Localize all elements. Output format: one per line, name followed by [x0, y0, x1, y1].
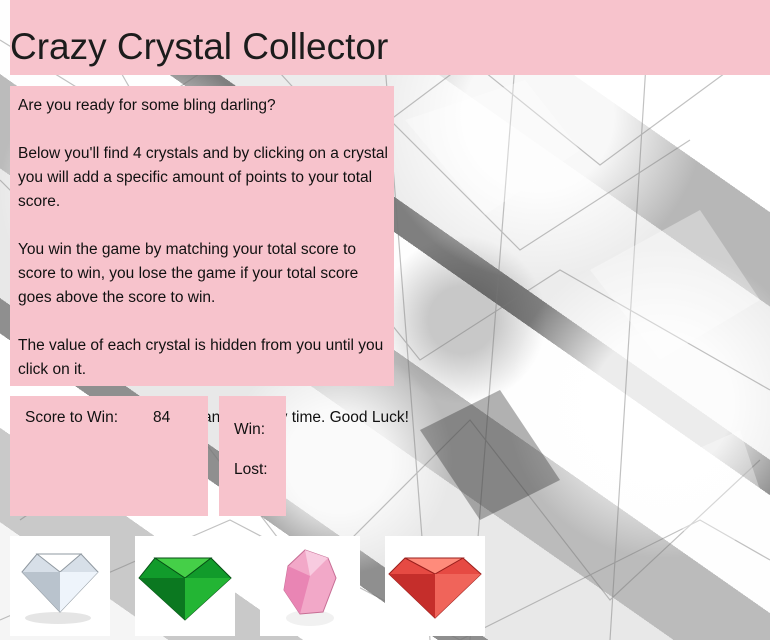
- crystal-button-green[interactable]: [135, 536, 235, 636]
- page-title: Crazy Crystal Collector: [10, 25, 389, 67]
- score-to-win-panel: Score to Win: 84: [10, 396, 208, 516]
- instructions-panel: Are you ready for some bling darling? Be…: [10, 86, 394, 386]
- pink-diamond-icon: [283, 549, 337, 626]
- clear-diamond-icon: [21, 553, 99, 624]
- score-to-win-label: Score to Win:: [25, 409, 119, 426]
- red-diamond-icon: [388, 557, 482, 619]
- win-label: Win:: [234, 421, 265, 438]
- instructions-text: Are you ready for some bling darling? Be…: [18, 97, 388, 378]
- score-to-win-value: 84: [153, 409, 171, 426]
- crystal-button-clear[interactable]: [10, 536, 110, 636]
- green-diamond-icon: [138, 557, 232, 621]
- lost-label: Lost:: [234, 461, 268, 478]
- win-loss-panel: Win: Lost:: [219, 396, 286, 516]
- header-bar: Crazy Crystal Collector: [10, 0, 770, 75]
- crystal-button-red[interactable]: [385, 536, 485, 636]
- crystal-button-pink[interactable]: [260, 536, 360, 636]
